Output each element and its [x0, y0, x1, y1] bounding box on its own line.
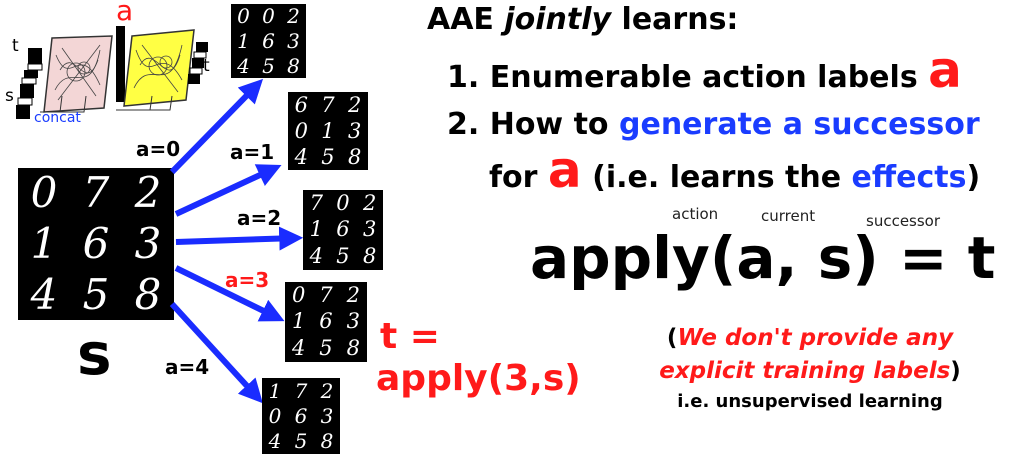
list-item-2-paren-post: ): [966, 160, 981, 195]
note-red-1: We don't provide any: [677, 325, 954, 351]
digit-cell: 8: [320, 429, 334, 454]
digit-cell: 0: [291, 282, 306, 307]
result-line-1: t =: [380, 316, 440, 357]
list-item-2-for: for: [489, 160, 538, 195]
list-item-2-continued: for a (i.e. learns the effects): [489, 145, 981, 195]
action-label-2: a=2: [237, 206, 282, 230]
list-item-1: 1. Enumerable action labels a: [447, 45, 962, 95]
digit-cell: 4: [268, 429, 282, 454]
digit-cell: 0: [237, 4, 250, 29]
list-item-2: 2. How to generate a successor: [447, 107, 980, 142]
note-close: ): [950, 358, 961, 385]
arrow-a4: [169, 301, 263, 404]
digit-cell: 3: [362, 217, 377, 242]
digit-cell: 1: [321, 118, 335, 143]
digit-cell: 3: [320, 403, 334, 428]
successor-image-a3: 072 163 458: [285, 282, 367, 362]
digit-cell: 7: [309, 190, 324, 215]
digit-cell: 1: [291, 309, 306, 334]
annotation-action: action: [672, 205, 719, 223]
digit-cell: 6: [262, 28, 275, 53]
digit-cell: 2: [362, 190, 377, 215]
digit-cell: 7: [294, 378, 308, 403]
digit-cell: 6: [336, 217, 350, 242]
heading-post: learns:: [611, 2, 739, 37]
digit-cell: 8: [347, 144, 362, 169]
digit-cell: 5: [294, 429, 308, 454]
successor-image-a1: 672 013 458: [288, 92, 368, 170]
heading: AAE jointly learns:: [427, 2, 738, 37]
digit-cell: 2: [347, 92, 362, 117]
digit-cell: 5: [336, 244, 350, 269]
digit-cell: 0: [268, 403, 282, 428]
digit-cell: 6: [294, 92, 309, 117]
digit-cell: 4: [237, 53, 250, 78]
list-item-2-symbol: a: [547, 141, 582, 199]
list-item-1-text: 1. Enumerable action labels: [447, 60, 918, 95]
action-label-0: a=0: [136, 137, 181, 161]
digit-cell: 3: [287, 28, 300, 53]
successor-image-a0: 002163458: [231, 4, 306, 78]
list-item-1-symbol: a: [928, 41, 962, 99]
digit-cell: 2: [287, 4, 300, 29]
digit-cell: 1: [237, 28, 250, 53]
digit-cell: 6: [319, 309, 333, 334]
note-red-2: explicit training labels: [659, 358, 951, 385]
digit-cell: 8: [362, 244, 377, 269]
digit-cell: 0: [336, 190, 350, 215]
result-line-2: apply(3,s): [376, 358, 581, 399]
action-label-3: a=3: [225, 268, 270, 292]
digit-cell: 4: [294, 144, 309, 169]
digit-cell: 7: [321, 92, 335, 117]
note-open: (: [666, 325, 678, 351]
annotation-current: current: [761, 207, 816, 225]
digit-cell: 5: [262, 53, 275, 78]
digit-cell: 1: [309, 217, 324, 242]
note: (We don't provide any explicit training …: [600, 322, 1020, 415]
list-item-2-blue: generate a successor: [619, 107, 980, 142]
successor-image-a2: 702 163 458: [303, 190, 383, 270]
arrow-a2: [175, 226, 304, 251]
formula: apply(a, s) = t: [530, 224, 996, 292]
digit-cell: 3: [347, 118, 362, 143]
digit-cell: 4: [309, 244, 324, 269]
digit-cell: 2: [346, 282, 361, 307]
list-item-2-paren-pre: (i.e. learns the: [592, 160, 852, 195]
digit-cell: 0: [294, 118, 309, 143]
digit-cell: 5: [319, 336, 333, 361]
digit-cell: 8: [287, 53, 300, 78]
note-line-2: explicit training labels): [600, 355, 1020, 388]
heading-emphasis: jointly: [504, 2, 612, 37]
action-label-4: a=4: [165, 355, 210, 379]
successor-image-a4: 172 063 458: [262, 378, 340, 454]
digit-cell: 4: [291, 336, 306, 361]
digit-cell: 3: [346, 309, 361, 334]
heading-pre: AAE: [427, 2, 505, 37]
digit-cell: 8: [346, 336, 361, 361]
list-item-2-effects: effects: [851, 160, 967, 195]
digit-cell: 1: [268, 378, 282, 403]
digit-cell: 6: [294, 403, 308, 428]
digit-cell: 0: [262, 4, 275, 29]
list-item-2-pre: 2. How to: [447, 107, 619, 142]
action-label-1: a=1: [230, 140, 275, 164]
digit-cell: 5: [321, 144, 335, 169]
note-sub: i.e. unsupervised learning: [677, 390, 943, 412]
digit-cell: 2: [320, 378, 334, 403]
note-line-1: (We don't provide any: [600, 322, 1020, 355]
digit-cell: 7: [319, 282, 333, 307]
